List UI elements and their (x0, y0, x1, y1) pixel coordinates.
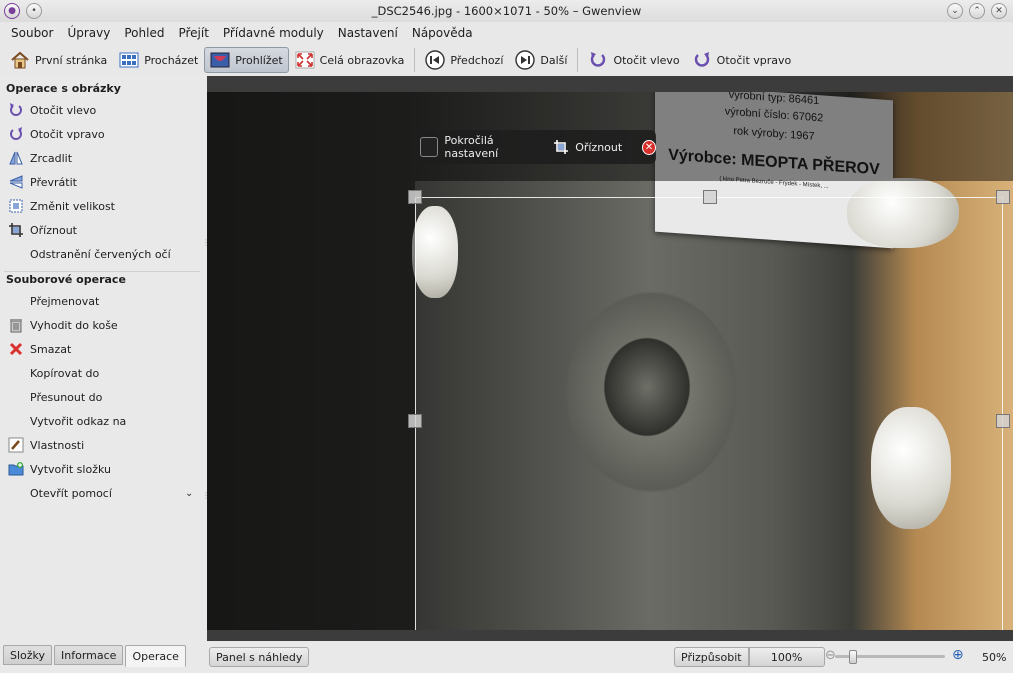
close-crop-icon[interactable]: ✕ (642, 139, 656, 155)
menu-help[interactable]: Nápověda (405, 26, 480, 40)
op-mirror[interactable]: Zrcadlit (8, 147, 72, 169)
crop-frame[interactable] (408, 190, 1010, 630)
menu-view[interactable]: Pohled (117, 26, 171, 40)
grid-icon (119, 50, 139, 70)
op-rename[interactable]: Přejmenovat (8, 290, 99, 312)
crop-handle-top[interactable] (703, 190, 717, 204)
title-bar: ● • _DSC2546.jpg - 1600×1071 - 50% – Gwe… (0, 0, 1013, 22)
op-delete[interactable]: Smazat (8, 338, 71, 360)
browse-button[interactable]: Procházet (113, 47, 204, 73)
op-open-with[interactable]: Otevřít pomocí (8, 482, 112, 504)
zoom-slider-handle[interactable] (849, 650, 857, 664)
sidebar: Operace s obrázky Otočit vlevo Otočit vp… (0, 76, 210, 641)
crop-icon[interactable] (553, 139, 569, 155)
image-viewer[interactable]: výrobní typ: 86461 výrobní číslo: 67062 … (207, 76, 1013, 641)
fullscreen-icon (295, 50, 315, 70)
thumbnail-bar-button[interactable]: Panel s náhledy (209, 647, 310, 667)
op-crop[interactable]: Oříznout (8, 219, 77, 241)
previous-icon (425, 50, 446, 70)
toolbar-separator (414, 48, 416, 72)
home-button[interactable]: První stránka (4, 47, 113, 73)
main-toolbar: První stránka Procházet Prohlížet Celá o… (0, 45, 1013, 75)
next-icon (515, 50, 536, 70)
menu-plugins[interactable]: Přídavné moduly (216, 26, 331, 40)
op-properties[interactable]: Vlastnosti (8, 434, 84, 456)
trash-icon (8, 317, 24, 333)
properties-icon (8, 437, 24, 453)
tab-folders[interactable]: Složky (3, 645, 53, 665)
chevron-down-icon[interactable]: ⌄ (185, 488, 193, 499)
op-rotate-left[interactable]: Otočit vlevo (8, 99, 96, 121)
close-icon[interactable]: ✕ (991, 3, 1007, 19)
image-operations-title: Operace s obrázky (6, 82, 121, 95)
rotate-right-button[interactable]: Otočit vpravo (686, 47, 798, 73)
menu-settings[interactable]: Nastavení (331, 26, 405, 40)
sidebar-tabs: Složky Informace Operace (3, 645, 186, 667)
rotate-left-button[interactable]: Otočit vlevo (582, 47, 685, 73)
crop-icon (8, 222, 24, 238)
op-trash[interactable]: Vyhodit do koše (8, 314, 118, 336)
window-title: _DSC2546.jpg - 1600×1071 - 50% – Gwenvie… (371, 4, 642, 18)
advanced-settings-checkbox[interactable] (420, 137, 439, 157)
next-button[interactable]: Další (509, 47, 573, 73)
mirror-icon (8, 150, 24, 166)
op-resize[interactable]: Změnit velikost (8, 195, 115, 217)
file-operations-title: Souborové operace (6, 273, 126, 286)
zoom-level: 50% (982, 651, 1007, 664)
previous-button[interactable]: Předchozí (419, 47, 509, 73)
photo: výrobní typ: 86461 výrobní číslo: 67062 … (207, 92, 1013, 630)
crop-toolbar: Pokročilá nastavení Oříznout ✕ (414, 130, 656, 164)
crop-handle-left[interactable] (408, 414, 422, 428)
splitter-grip[interactable]: ⋮ (202, 238, 210, 247)
menu-bar: Soubor Úpravy Pohled Přejít Přídavné mod… (0, 22, 1013, 44)
crop-dim-left (207, 92, 415, 630)
op-flip[interactable]: Převrátit (8, 171, 77, 193)
new-folder-icon (8, 461, 24, 477)
minimize-icon[interactable]: ⌄ (947, 3, 963, 19)
op-new-folder[interactable]: Vytvořit složku (8, 458, 111, 480)
tab-information[interactable]: Informace (54, 645, 124, 665)
section-divider (4, 271, 200, 272)
menu-file[interactable]: Soubor (4, 26, 60, 40)
crop-handle-top-left[interactable] (408, 190, 422, 204)
zoom-slider[interactable] (835, 650, 945, 664)
crop-handle-right[interactable] (996, 414, 1010, 428)
tab-operations[interactable]: Operace (125, 645, 186, 667)
fullscreen-button[interactable]: Celá obrazovka (289, 47, 411, 73)
flip-icon (8, 174, 24, 190)
resize-icon (8, 198, 24, 214)
delete-icon (8, 341, 24, 357)
op-move-to[interactable]: Přesunout do (8, 386, 102, 408)
crop-handle-top-right[interactable] (996, 190, 1010, 204)
rotate-right-icon (692, 50, 712, 70)
op-copy-to[interactable]: Kopírovat do (8, 362, 99, 384)
rotate-left-icon (8, 102, 24, 118)
advanced-settings-label[interactable]: Pokročilá nastavení (444, 134, 541, 160)
op-rotate-right[interactable]: Otočit vpravo (8, 123, 105, 145)
image-view-icon (210, 50, 230, 70)
rotate-left-icon (588, 50, 608, 70)
zoom-100-button[interactable]: 100% (748, 647, 825, 667)
menu-edit[interactable]: Úpravy (60, 26, 117, 40)
zoom-buttons: Přizpůsobit 100% (674, 647, 825, 667)
status-bar: Panel s náhledy Přizpůsobit 100% ⊖ ⊕ 50% (207, 645, 1013, 669)
toolbar-separator (577, 48, 579, 72)
zoom-in-icon[interactable]: ⊕ (952, 647, 964, 663)
menu-go[interactable]: Přejít (171, 26, 215, 40)
rotate-right-icon (8, 126, 24, 142)
maximize-icon[interactable]: ⌃ (969, 3, 985, 19)
view-button[interactable]: Prohlížet (204, 47, 289, 73)
home-icon (10, 50, 30, 70)
splitter-grip[interactable]: ⋮ (202, 491, 210, 500)
fit-button[interactable]: Přizpůsobit (674, 647, 749, 667)
op-link-to[interactable]: Vytvořit odkaz na (8, 410, 126, 432)
op-red-eye[interactable]: Odstranění červených očí (8, 243, 171, 265)
crop-button[interactable]: Oříznout (575, 141, 622, 154)
